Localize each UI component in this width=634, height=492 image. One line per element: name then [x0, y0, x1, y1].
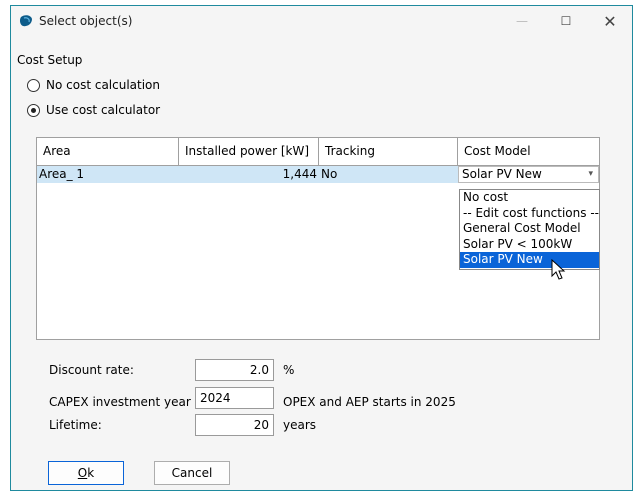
dropdown-option-solar-pv-100kw[interactable]: Solar PV < 100kW	[460, 237, 599, 253]
dropdown-option-edit-cost-functions[interactable]: -- Edit cost functions --	[460, 206, 599, 222]
discount-rate-unit: %	[283, 363, 295, 377]
capex-investment-year-input[interactable]: 2024	[195, 387, 274, 409]
select-objects-dialog: Select object(s) — ☐ ✕ Cost Setup No cos…	[10, 5, 633, 491]
cell-installed-power[interactable]: 1,444	[179, 166, 319, 183]
cost-model-dropdown-list: No cost -- Edit cost functions -- Genera…	[459, 189, 600, 270]
cost-setup-label: Cost Setup	[17, 53, 83, 67]
ok-mnemonic: O	[77, 466, 88, 480]
radio-circle-icon	[27, 78, 40, 92]
ok-button[interactable]: Ok	[48, 461, 124, 485]
dropdown-option-no-cost[interactable]: No cost	[460, 190, 599, 206]
title-bar: Select object(s) — ☐ ✕	[11, 6, 632, 36]
column-header-tracking[interactable]: Tracking	[319, 138, 458, 165]
cell-tracking[interactable]: No	[319, 166, 458, 183]
chevron-down-icon: ▾	[588, 169, 593, 179]
radio-use-cost-calculator[interactable]: Use cost calculator	[27, 103, 160, 117]
lifetime-unit: years	[283, 418, 317, 432]
radio-checked-icon	[27, 103, 40, 117]
cell-area[interactable]: Area_ 1	[37, 166, 179, 183]
lifetime-input[interactable]: 20	[195, 414, 274, 436]
maximize-icon: ☐	[560, 14, 572, 28]
dropdown-option-solar-pv-new[interactable]: Solar PV New	[460, 252, 599, 268]
app-logo-icon	[19, 15, 32, 27]
dropdown-option-general-cost-model[interactable]: General Cost Model	[460, 221, 599, 237]
cancel-button[interactable]: Cancel	[154, 461, 230, 485]
discount-rate-label: Discount rate:	[49, 363, 134, 377]
lifetime-label: Lifetime:	[49, 418, 102, 432]
capex-investment-year-label: CAPEX investment year	[49, 395, 191, 409]
close-icon: ✕	[603, 11, 617, 31]
maximize-button[interactable]: ☐	[544, 6, 588, 36]
radio-no-cost-calculation[interactable]: No cost calculation	[27, 78, 160, 92]
radio-label: Use cost calculator	[46, 103, 161, 117]
minimize-button[interactable]: —	[500, 6, 544, 36]
discount-rate-input[interactable]: 2.0	[195, 359, 274, 381]
table-row[interactable]: Area_ 1 1,444 No Solar PV New ▾	[37, 166, 599, 183]
mouse-pointer-icon	[551, 259, 566, 280]
column-header-area[interactable]: Area	[37, 138, 179, 165]
cost-model-selected-value: Solar PV New	[462, 167, 542, 181]
minimize-icon: —	[516, 14, 528, 28]
window-title: Select object(s)	[39, 14, 133, 28]
close-button[interactable]: ✕	[588, 6, 632, 36]
radio-label: No cost calculation	[46, 78, 161, 92]
column-header-installed-power[interactable]: Installed power [kW]	[179, 138, 319, 165]
column-header-cost-model[interactable]: Cost Model	[458, 138, 599, 165]
cost-model-select[interactable]: Solar PV New ▾	[458, 166, 599, 183]
table-header: Area Installed power [kW] Tracking Cost …	[37, 138, 599, 166]
ok-label: k	[87, 466, 95, 480]
opex-aep-note: OPEX and AEP starts in 2025	[283, 395, 456, 409]
